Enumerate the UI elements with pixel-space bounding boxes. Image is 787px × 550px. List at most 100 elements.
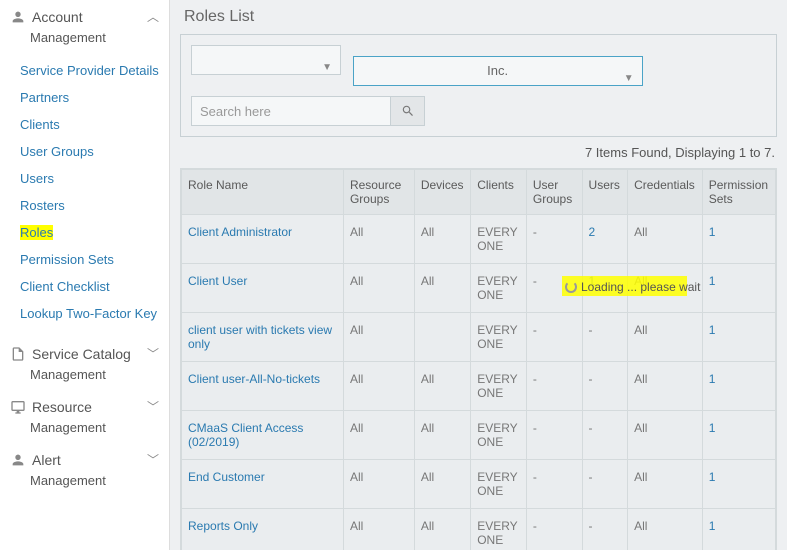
cell-user-groups: - <box>526 411 582 460</box>
cell-role-name[interactable]: client user with tickets view only <box>182 313 344 362</box>
sidebar-item-rosters[interactable]: Rosters <box>0 192 169 219</box>
cell-devices: All <box>414 460 470 509</box>
sidebar-item-partners[interactable]: Partners <box>0 84 169 111</box>
cell-permission-sets[interactable]: 1 <box>702 313 775 362</box>
cell-permission-sets[interactable]: 1 <box>702 509 775 550</box>
col-credentials[interactable]: Credentials <box>628 170 703 215</box>
cell-devices: All <box>414 264 470 313</box>
cell-user-groups: - <box>526 313 582 362</box>
sidebar-section-service-catalog: Service Catalog ﹀ Management <box>0 337 169 390</box>
caret-down-icon: ▼ <box>624 65 634 93</box>
filter-row: ▼ Inc. ▼ <box>191 45 766 86</box>
sidebar-section-title: Account <box>32 9 147 25</box>
sidebar-item-lookup-2fa-key[interactable]: Lookup Two-Factor Key <box>0 300 169 327</box>
sidebar-item-clients[interactable]: Clients <box>0 111 169 138</box>
table-header-row: Role Name Resource Groups Devices Client… <box>182 170 776 215</box>
cell-clients: EVERY ONE <box>471 313 527 362</box>
sidebar-section-resource: Resource ﹀ Management <box>0 390 169 443</box>
cell-credentials: All <box>628 313 703 362</box>
cell-clients: EVERY ONE <box>471 411 527 460</box>
sidebar-header-resource[interactable]: Resource ﹀ <box>0 390 169 417</box>
sidebar-item-roles[interactable]: Roles <box>0 219 169 246</box>
col-devices[interactable]: Devices <box>414 170 470 215</box>
filter-select-1[interactable]: ▼ <box>191 45 341 75</box>
sidebar-item-client-checklist[interactable]: Client Checklist <box>0 273 169 300</box>
cell-devices: All <box>414 411 470 460</box>
cell-role-name[interactable]: Client User <box>182 264 344 313</box>
filter-select-2[interactable]: Inc. ▼ <box>353 56 643 86</box>
cell-permission-sets[interactable]: 1 <box>702 215 775 264</box>
cell-permission-sets[interactable]: 1 <box>702 264 775 313</box>
table-row: client user with tickets view onlyAllEVE… <box>182 313 776 362</box>
table-row: End CustomerAllAllEVERY ONE--All1 <box>182 460 776 509</box>
cell-users: - <box>582 313 628 362</box>
cell-users[interactable]: 2 <box>582 215 628 264</box>
sidebar-item-permission-sets[interactable]: Permission Sets <box>0 246 169 273</box>
col-user-groups[interactable]: User Groups <box>526 170 582 215</box>
cell-devices <box>414 313 470 362</box>
cell-clients: EVERY ONE <box>471 362 527 411</box>
sidebar: Account ︿ Management Service Provider De… <box>0 0 170 550</box>
cell-resource-groups: All <box>343 362 414 411</box>
user-icon <box>10 452 26 468</box>
chevron-down-icon: ﹀ <box>147 345 159 362</box>
cell-credentials: All <box>628 215 703 264</box>
roles-table: Role Name Resource Groups Devices Client… <box>180 168 777 550</box>
sidebar-section-subtitle: Management <box>0 470 169 496</box>
chevron-down-icon: ﹀ <box>147 398 159 415</box>
cell-users: - <box>582 362 628 411</box>
results-meta: 7 Items Found, Displaying 1 to 7. <box>182 145 775 160</box>
cell-clients: EVERY ONE <box>471 460 527 509</box>
sidebar-header-alert[interactable]: Alert ﹀ <box>0 443 169 470</box>
search-bar <box>191 96 766 126</box>
main-content: Roles List ▼ Inc. ▼ 7 Items Found, Displ… <box>170 0 787 550</box>
cell-resource-groups: All <box>343 460 414 509</box>
cell-users: - <box>582 460 628 509</box>
cell-role-name[interactable]: CMaaS Client Access (02/2019) <box>182 411 344 460</box>
cell-credentials: All <box>628 411 703 460</box>
chevron-up-icon: ︿ <box>147 8 159 25</box>
sidebar-section-alert: Alert ﹀ Management <box>0 443 169 496</box>
cell-clients: EVERY ONE <box>471 264 527 313</box>
cell-users: - <box>582 509 628 550</box>
search-button[interactable] <box>391 96 425 126</box>
chevron-down-icon: ﹀ <box>147 451 159 468</box>
monitor-icon <box>10 399 26 415</box>
cell-role-name[interactable]: Reports Only <box>182 509 344 550</box>
sidebar-section-subtitle: Management <box>0 27 169 53</box>
sidebar-section-title: Service Catalog <box>32 346 147 362</box>
cell-devices: All <box>414 362 470 411</box>
user-icon <box>10 9 26 25</box>
sidebar-item-user-groups[interactable]: User Groups <box>0 138 169 165</box>
sidebar-section-subtitle: Management <box>0 364 169 390</box>
cell-permission-sets[interactable]: 1 <box>702 362 775 411</box>
sidebar-section-title: Alert <box>32 452 147 468</box>
cell-user-groups: - <box>526 460 582 509</box>
cell-role-name[interactable]: End Customer <box>182 460 344 509</box>
col-users[interactable]: Users <box>582 170 628 215</box>
col-role-name[interactable]: Role Name <box>182 170 344 215</box>
sidebar-header-account[interactable]: Account ︿ <box>0 0 169 27</box>
col-permission-sets[interactable]: Permission Sets <box>702 170 775 215</box>
table-row: Client user-All-No-ticketsAllAllEVERY ON… <box>182 362 776 411</box>
cell-user-groups: - <box>526 509 582 550</box>
cell-permission-sets[interactable]: 1 <box>702 460 775 509</box>
cell-devices: All <box>414 215 470 264</box>
loading-highlight <box>562 276 687 296</box>
search-input[interactable] <box>191 96 391 126</box>
sidebar-header-service-catalog[interactable]: Service Catalog ﹀ <box>0 337 169 364</box>
cell-user-groups: - <box>526 362 582 411</box>
document-icon <box>10 346 26 362</box>
cell-resource-groups: All <box>343 313 414 362</box>
sidebar-item-users[interactable]: Users <box>0 165 169 192</box>
col-clients[interactable]: Clients <box>471 170 527 215</box>
cell-role-name[interactable]: Client user-All-No-tickets <box>182 362 344 411</box>
cell-resource-groups: All <box>343 215 414 264</box>
sidebar-item-service-provider-details[interactable]: Service Provider Details <box>0 57 169 84</box>
cell-clients: EVERY ONE <box>471 215 527 264</box>
col-resource-groups[interactable]: Resource Groups <box>343 170 414 215</box>
cell-devices: All <box>414 509 470 550</box>
cell-permission-sets[interactable]: 1 <box>702 411 775 460</box>
cell-role-name[interactable]: Client Administrator <box>182 215 344 264</box>
cell-credentials: All <box>628 509 703 550</box>
